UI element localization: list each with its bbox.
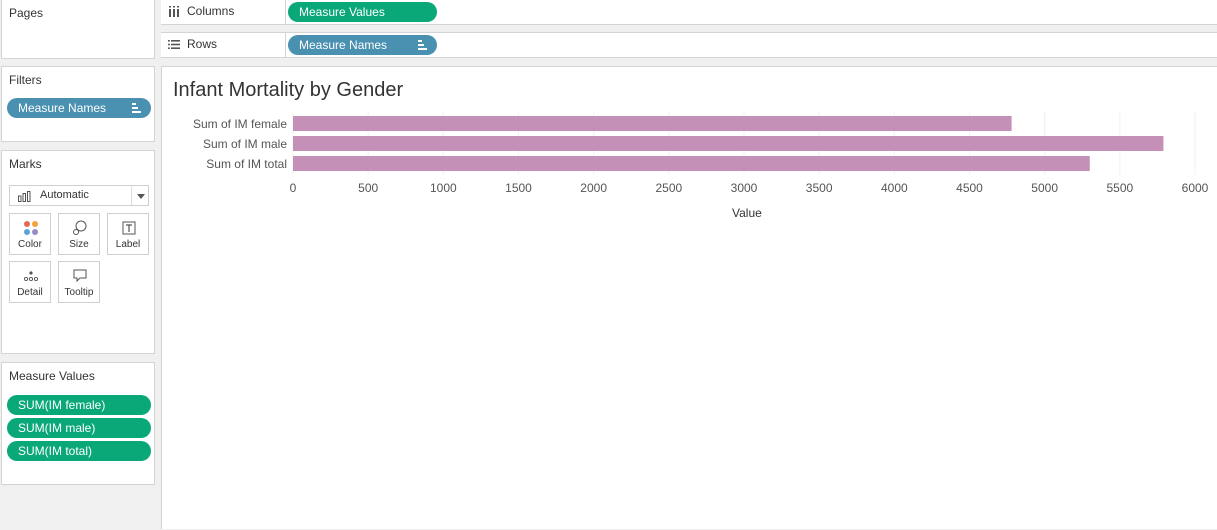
size-label: Size xyxy=(69,239,89,250)
sort-icon xyxy=(418,40,427,50)
size-button[interactable]: Size xyxy=(58,213,100,255)
columns-label: Columns xyxy=(187,4,235,18)
row-label-im-male: Sum of IM male xyxy=(202,137,287,151)
view-canvas[interactable]: Infant Mortality by Gender Sum of IM fem… xyxy=(161,66,1217,529)
columns-pill-measure-values[interactable]: Measure Values xyxy=(288,2,437,22)
bar-sum-of-im-total[interactable] xyxy=(293,156,1090,171)
detail-icon xyxy=(23,271,39,282)
x-tick-label: 1500 xyxy=(505,181,532,195)
color-icon xyxy=(24,221,38,235)
mark-type-value: Automatic xyxy=(40,189,89,201)
pages-title: Pages xyxy=(9,6,44,20)
row-label-im-female: Sum of IM female xyxy=(192,117,287,131)
tooltip-label: Tooltip xyxy=(64,287,94,298)
x-tick-label: 6000 xyxy=(1181,181,1209,195)
filter-pill-label: Measure Names xyxy=(18,101,107,115)
tooltip-icon xyxy=(73,269,87,283)
rows-icon xyxy=(168,40,180,49)
label-button[interactable]: Label xyxy=(107,213,149,255)
label-label: Label xyxy=(115,239,141,250)
row-label-im-total: Sum of IM total xyxy=(206,157,287,171)
x-tick-label: 4500 xyxy=(956,181,983,195)
color-button[interactable]: Color xyxy=(9,213,51,255)
x-tick-label: 4000 xyxy=(880,181,908,195)
bar-chart-icon xyxy=(18,191,31,202)
columns-shelf-label: Columns xyxy=(161,0,286,24)
x-axis-title: Value xyxy=(732,206,762,220)
measure-values-card[interactable]: Measure Values SUM(IM female) SUM(IM mal… xyxy=(1,362,155,485)
label-icon xyxy=(122,221,136,235)
measure-pill-im-female[interactable]: SUM(IM female) xyxy=(7,395,151,415)
rows-pill-label: Measure Names xyxy=(299,38,388,52)
mark-type-dropdown[interactable]: Automatic xyxy=(9,185,149,206)
bar-sum-of-im-female[interactable] xyxy=(293,116,1012,131)
columns-shelf[interactable]: Columns Measure Values xyxy=(161,0,1217,25)
detail-label: Detail xyxy=(17,287,43,298)
filter-pill-measure-names[interactable]: Measure Names xyxy=(7,98,151,118)
color-label: Color xyxy=(18,239,42,250)
x-tick-label: 500 xyxy=(358,181,379,195)
bar-chart xyxy=(292,112,1196,175)
marks-title: Marks xyxy=(9,157,42,171)
filters-card[interactable]: Filters Measure Names xyxy=(1,66,155,142)
x-tick-label: 1000 xyxy=(429,181,457,195)
detail-button[interactable]: Detail xyxy=(9,261,51,303)
pages-card[interactable]: Pages xyxy=(1,0,155,59)
dropdown-divider xyxy=(131,186,132,205)
filters-title: Filters xyxy=(9,73,42,87)
columns-icon xyxy=(169,6,179,17)
x-tick-label: 5500 xyxy=(1106,181,1134,195)
x-tick-label: 2000 xyxy=(580,181,608,195)
x-tick-label: 2500 xyxy=(655,181,683,195)
rows-pill-measure-names[interactable]: Measure Names xyxy=(288,35,437,55)
sort-icon xyxy=(132,103,141,113)
marks-card[interactable]: Marks Automatic Color Size Label Detail … xyxy=(1,150,155,354)
measure-pill-im-male[interactable]: SUM(IM male) xyxy=(7,418,151,438)
x-tick-label: 3000 xyxy=(730,181,758,195)
measure-pill-im-total[interactable]: SUM(IM total) xyxy=(7,441,151,461)
tooltip-button[interactable]: Tooltip xyxy=(58,261,100,303)
x-tick-label: 0 xyxy=(289,181,297,195)
measure-values-title: Measure Values xyxy=(9,369,95,383)
x-tick-label: 3500 xyxy=(805,181,833,195)
rows-label: Rows xyxy=(187,37,218,51)
rows-shelf-label: Rows xyxy=(161,33,286,57)
chevron-down-icon xyxy=(137,194,145,199)
size-icon xyxy=(73,220,87,235)
x-tick-label: 5000 xyxy=(1031,181,1059,195)
rows-shelf[interactable]: Rows Measure Names xyxy=(161,32,1217,58)
bar-sum-of-im-male[interactable] xyxy=(293,136,1164,151)
